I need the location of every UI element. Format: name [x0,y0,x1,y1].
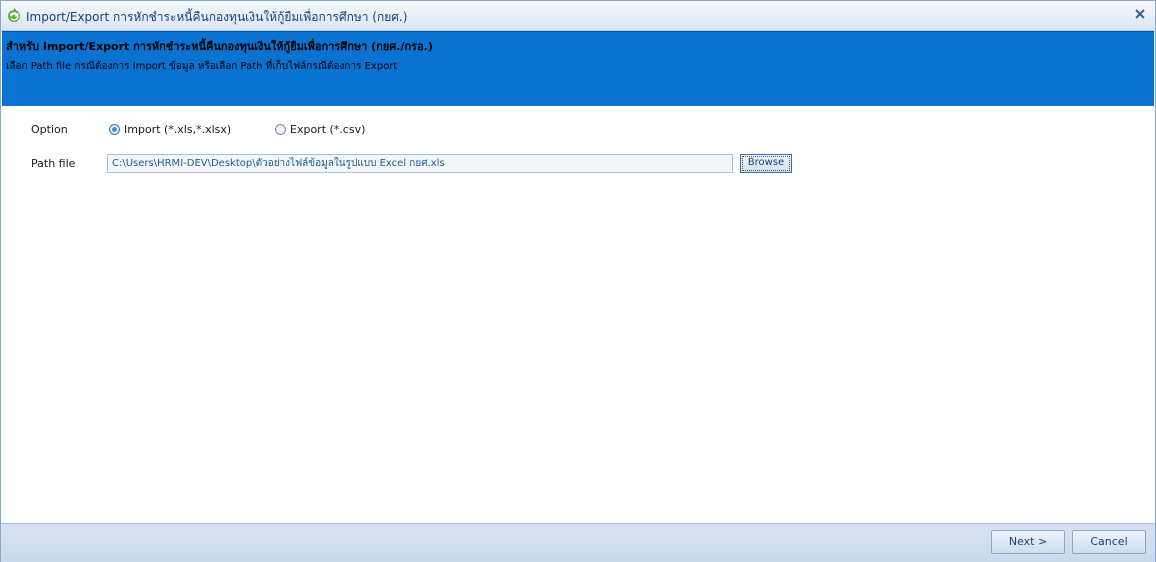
path-file-input[interactable] [107,154,733,173]
banner-title: สำหรับ Import/Export การหักชำระหนี้คืนกอ… [6,40,433,53]
path-file-label: Path file [31,157,76,170]
title-bar: Import/Export การหักชำระหนี้คืนกองทุนเงิ… [1,1,1155,31]
import-radio[interactable]: Import (*.xls,*.xlsx) [109,123,231,136]
radio-checked-icon[interactable] [109,124,120,135]
recycle-icon [6,7,22,23]
close-icon[interactable] [1133,7,1147,21]
import-export-dialog: Import/Export การหักชำระหนี้คืนกองทุนเงิ… [0,0,1156,562]
cancel-button[interactable]: Cancel [1072,530,1146,554]
dialog-footer: Next > Cancel [1,523,1155,562]
export-radio-label: Export (*.csv) [290,123,366,136]
option-label: Option [31,123,68,136]
export-radio[interactable]: Export (*.csv) [275,123,365,136]
radio-unchecked-icon[interactable] [275,124,286,135]
window-title: Import/Export การหักชำระหนี้คืนกองทุนเงิ… [26,10,408,24]
browse-button[interactable]: Browse [740,154,792,173]
header-banner: สำหรับ Import/Export การหักชำระหนี้คืนกอ… [2,31,1154,106]
banner-description: เลือก Path file กรณีต้องการ Import ข้อมู… [6,61,398,72]
import-radio-label: Import (*.xls,*.xlsx) [124,123,232,136]
next-button[interactable]: Next > [991,530,1065,554]
